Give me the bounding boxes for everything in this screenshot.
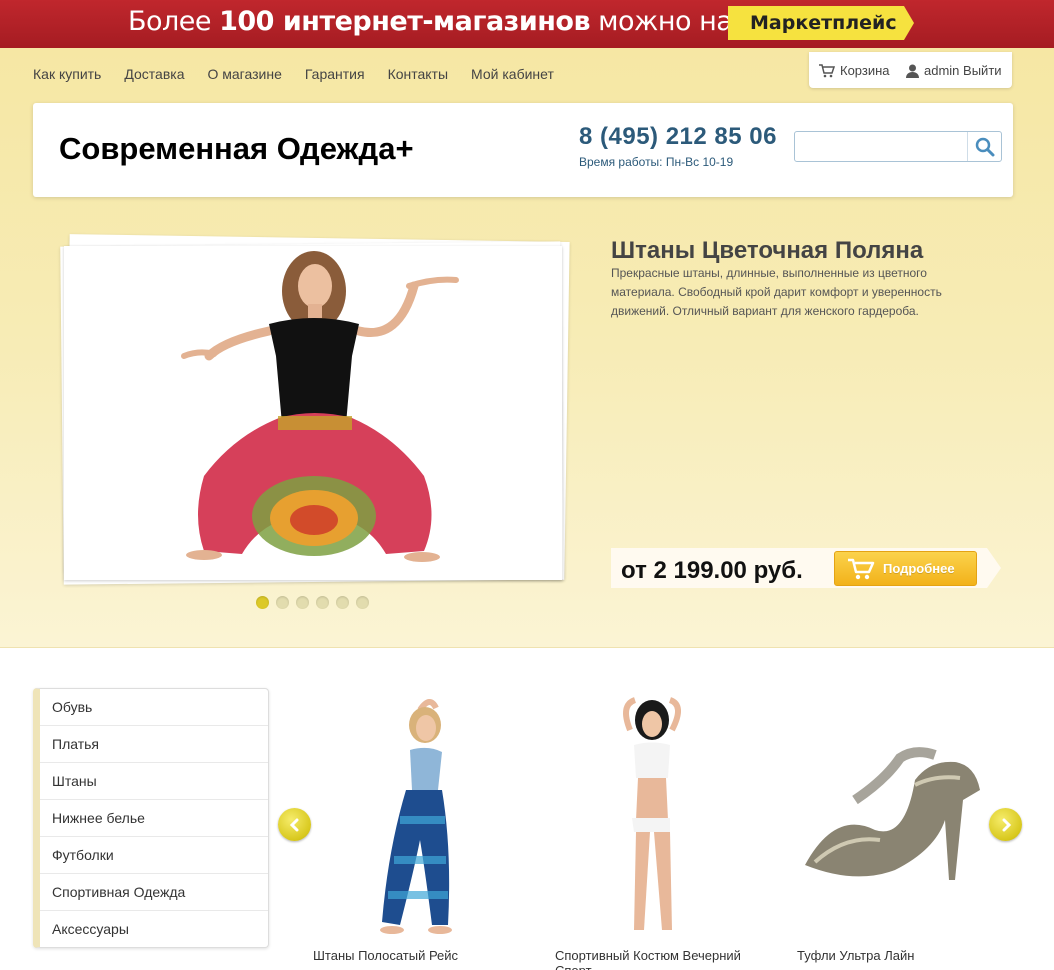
product-name-1[interactable]: Штаны Полосатый Рейс: [313, 948, 513, 963]
nav-item-how-to-buy[interactable]: Как купить: [33, 66, 101, 82]
category-item-underwear[interactable]: Нижнее белье: [40, 800, 268, 837]
category-item-pants[interactable]: Штаны: [40, 763, 268, 800]
logout-link[interactable]: Выйти: [963, 63, 1002, 78]
hero-product-title[interactable]: Штаны Цветочная Поляна: [611, 237, 923, 265]
product-name-3[interactable]: Туфли Ультра Лайн: [797, 948, 997, 963]
slider-dot-1[interactable]: [256, 596, 269, 609]
top-nav: Как купить Доставка О магазине Гарантия …: [33, 66, 577, 82]
cart-icon: [819, 63, 835, 77]
user-icon: [906, 64, 919, 78]
working-hours: Время работы: Пн-Вс 10-19: [579, 155, 734, 169]
category-menu: Обувь Платья Штаны Нижнее белье Футболки…: [33, 688, 269, 948]
nav-item-warranty[interactable]: Гарантия: [305, 66, 365, 82]
category-item-shoes[interactable]: Обувь: [40, 689, 268, 726]
phone-number: 8 (495) 212 85 06: [579, 123, 777, 150]
hero-product-image[interactable]: [64, 246, 562, 580]
carousel-prev-button[interactable]: [278, 808, 311, 841]
product-image-1[interactable]: [340, 690, 470, 945]
username[interactable]: admin: [924, 63, 959, 78]
cart-label: Корзина: [840, 63, 890, 78]
hero-product-description: Прекрасные штаны, длинные, выполненные и…: [611, 266, 942, 318]
site-logo[interactable]: Современная Одежда+: [59, 131, 414, 167]
chevron-left-icon: [289, 818, 298, 831]
carousel-next-button[interactable]: [989, 808, 1022, 841]
marketplace-button[interactable]: Маркетплейс: [728, 6, 914, 40]
product-illustration-1: [380, 699, 452, 934]
slider-dot-6[interactable]: [356, 596, 369, 609]
slider-dots: [256, 596, 376, 609]
chevron-right-icon: [1002, 818, 1011, 831]
promo-text: Более 100 интернет-магазинов можно найти…: [128, 6, 806, 37]
slider-dot-4[interactable]: [316, 596, 329, 609]
product-illustration-3: [805, 747, 980, 880]
search-input[interactable]: [799, 135, 964, 158]
header-panel: Современная Одежда+ 8 (495) 212 85 06 Вр…: [33, 103, 1013, 197]
search-box: [794, 131, 1002, 162]
product-image-3[interactable]: [795, 740, 990, 885]
search-icon: [975, 137, 994, 156]
promo-banner[interactable]: Более 100 интернет-магазинов можно найти…: [0, 0, 1054, 48]
nav-item-contacts[interactable]: Контакты: [388, 66, 448, 82]
slider-dot-2[interactable]: [276, 596, 289, 609]
slider-dot-3[interactable]: [296, 596, 309, 609]
category-item-accessories[interactable]: Аксессуары: [40, 911, 268, 948]
hero-price: от 2 199.00 руб.: [621, 557, 803, 584]
cart-icon: [848, 558, 875, 580]
slider-dot-5[interactable]: [336, 596, 349, 609]
product-image-2[interactable]: [590, 690, 710, 945]
details-button[interactable]: Подробнее: [834, 551, 977, 586]
search-button[interactable]: [967, 132, 1001, 161]
nav-item-about[interactable]: О магазине: [207, 66, 281, 82]
category-item-tshirts[interactable]: Футболки: [40, 837, 268, 874]
details-button-label: Подробнее: [883, 561, 955, 576]
model-illustration: [181, 251, 459, 562]
marketplace-button-label: Маркетплейс: [750, 12, 897, 34]
product-name-2[interactable]: Спортивный Костюм Вечерний Спорт: [555, 948, 755, 970]
nav-item-delivery[interactable]: Доставка: [124, 66, 184, 82]
category-item-sportswear[interactable]: Спортивная Одежда: [40, 874, 268, 911]
nav-item-my-account[interactable]: Мой кабинет: [471, 66, 554, 82]
user-box: Корзина admin Выйти: [809, 52, 1012, 88]
cart-link[interactable]: Корзина: [819, 63, 890, 78]
category-item-dresses[interactable]: Платья: [40, 726, 268, 763]
user-info: admin Выйти: [906, 63, 1002, 78]
product-illustration-2: [623, 697, 681, 930]
